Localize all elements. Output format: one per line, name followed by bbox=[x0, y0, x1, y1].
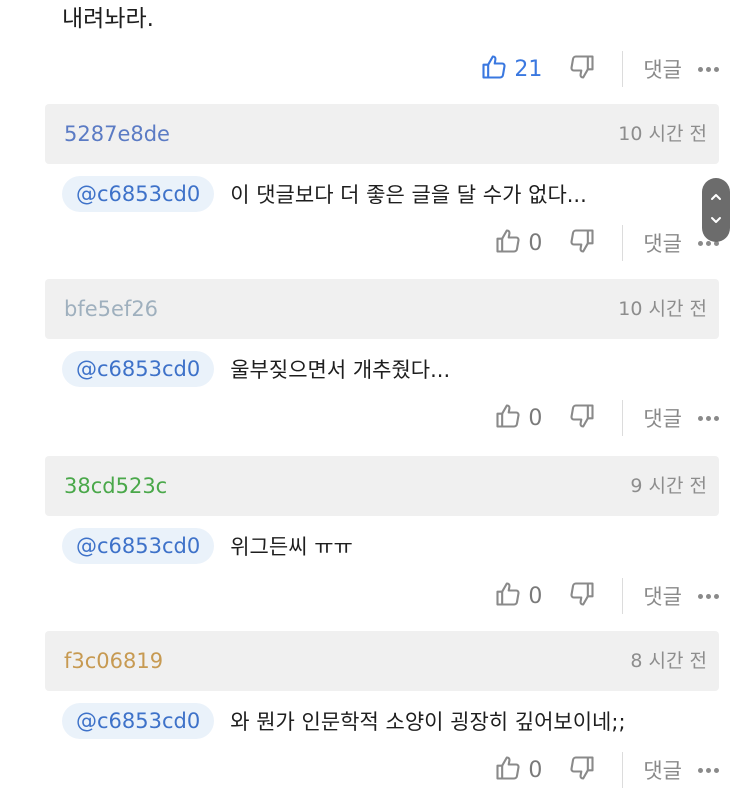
scroll-widget[interactable] bbox=[702, 178, 730, 242]
comment-time: 10 시간 전 bbox=[618, 123, 707, 145]
more-dots-icon[interactable] bbox=[696, 590, 721, 603]
dislike-button[interactable] bbox=[568, 227, 596, 259]
thumbs-down-icon bbox=[568, 580, 596, 612]
like-count: 0 bbox=[528, 405, 543, 431]
like-count: 0 bbox=[528, 230, 543, 256]
chevron-up-icon[interactable] bbox=[709, 189, 723, 208]
reply-button[interactable]: 댓글 bbox=[643, 403, 682, 433]
comment-text: 와 뭔가 인문학적 소양이 굉장히 깊어보이네;; bbox=[230, 710, 626, 734]
thumbs-up-icon bbox=[494, 227, 522, 259]
divider bbox=[622, 51, 624, 87]
reply-button[interactable]: 댓글 bbox=[643, 54, 682, 84]
divider bbox=[622, 225, 624, 261]
action-bar: 0 댓글 bbox=[494, 577, 721, 615]
action-bar: 0 댓글 bbox=[494, 751, 721, 789]
comment-time: 9 시간 전 bbox=[630, 475, 707, 497]
like-button[interactable]: 0 bbox=[494, 580, 542, 612]
divider bbox=[622, 578, 624, 614]
thumbs-up-icon bbox=[494, 402, 522, 434]
like-count: 21 bbox=[514, 56, 543, 82]
comment-header: bfe5ef26 10 시간 전 bbox=[45, 279, 719, 339]
comment-author[interactable]: 38cd523c bbox=[64, 456, 167, 516]
comment-text: 위그든씨 ㅠㅠ bbox=[230, 535, 353, 559]
comment-body: @c6853cd0 울부짖으면서 개추줬다... bbox=[62, 347, 693, 391]
reply-button[interactable]: 댓글 bbox=[643, 581, 682, 611]
comment-author[interactable]: bfe5ef26 bbox=[64, 279, 158, 339]
comment-author[interactable]: f3c06819 bbox=[64, 631, 163, 691]
thumbs-up-icon bbox=[494, 754, 522, 786]
thumbs-down-icon bbox=[568, 754, 596, 786]
like-button[interactable]: 21 bbox=[480, 53, 542, 85]
mention-tag[interactable]: @c6853cd0 bbox=[62, 528, 215, 564]
comment-body: @c6853cd0 위그든씨 ㅠㅠ bbox=[62, 524, 693, 568]
action-bar: 0 댓글 bbox=[494, 224, 721, 262]
comment-body: @c6853cd0 와 뭔가 인문학적 소양이 굉장히 깊어보이네;; bbox=[62, 699, 693, 743]
mention-tag[interactable]: @c6853cd0 bbox=[62, 703, 215, 739]
dislike-button[interactable] bbox=[568, 402, 596, 434]
comment-text: 이 댓글보다 더 좋은 글을 달 수가 없다... bbox=[230, 183, 587, 207]
like-button[interactable]: 0 bbox=[494, 227, 542, 259]
comment-time: 8 시간 전 bbox=[630, 650, 707, 672]
action-bar: 0 댓글 bbox=[494, 399, 721, 437]
comment-text: 내려놔라. bbox=[62, 6, 154, 32]
comment-header: 5287e8de 10 시간 전 bbox=[45, 104, 719, 164]
action-bar: 21 댓글 bbox=[480, 50, 721, 88]
thumbs-down-icon bbox=[568, 53, 596, 85]
like-count: 0 bbox=[528, 757, 543, 783]
dislike-button[interactable] bbox=[568, 754, 596, 786]
divider bbox=[622, 752, 624, 788]
dislike-button[interactable] bbox=[568, 580, 596, 612]
comment-body: @c6853cd0 이 댓글보다 더 좋은 글을 달 수가 없다... bbox=[62, 172, 693, 216]
mention-tag[interactable]: @c6853cd0 bbox=[62, 176, 215, 212]
like-button[interactable]: 0 bbox=[494, 402, 542, 434]
more-dots-icon[interactable] bbox=[696, 63, 721, 76]
like-button[interactable]: 0 bbox=[494, 754, 542, 786]
like-count: 0 bbox=[528, 583, 543, 609]
mention-tag[interactable]: @c6853cd0 bbox=[62, 351, 215, 387]
comment-author[interactable]: 5287e8de bbox=[64, 104, 170, 164]
dislike-button[interactable] bbox=[568, 53, 596, 85]
chevron-down-icon[interactable] bbox=[709, 212, 723, 231]
comment-time: 10 시간 전 bbox=[618, 298, 707, 320]
thumbs-up-icon bbox=[494, 580, 522, 612]
comment-header: 38cd523c 9 시간 전 bbox=[45, 456, 719, 516]
thumbs-down-icon bbox=[568, 402, 596, 434]
comment-header: f3c06819 8 시간 전 bbox=[45, 631, 719, 691]
reply-button[interactable]: 댓글 bbox=[643, 228, 682, 258]
thumbs-down-icon bbox=[568, 227, 596, 259]
thumbs-up-icon bbox=[480, 53, 508, 85]
more-dots-icon[interactable] bbox=[696, 764, 721, 777]
reply-button[interactable]: 댓글 bbox=[643, 755, 682, 785]
divider bbox=[622, 400, 624, 436]
more-dots-icon[interactable] bbox=[696, 412, 721, 425]
comment-text: 울부짖으면서 개추줬다... bbox=[230, 358, 451, 382]
